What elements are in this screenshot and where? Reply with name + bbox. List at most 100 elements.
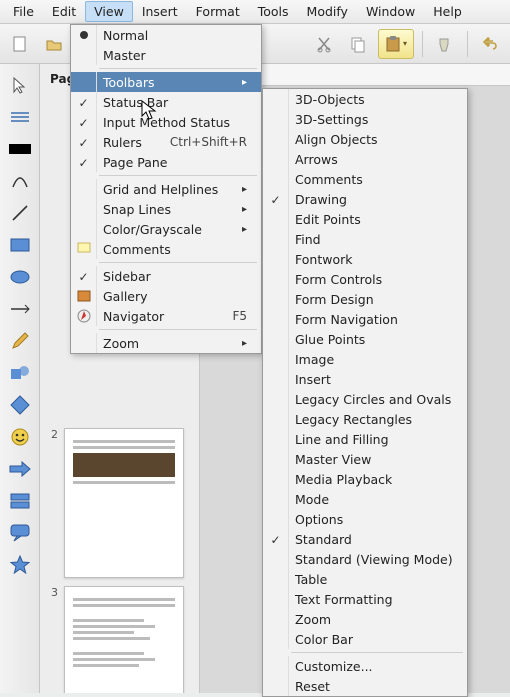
menu-item-grid[interactable]: Grid and Helplines▸ bbox=[71, 179, 261, 199]
block-arrow-tool[interactable] bbox=[7, 458, 33, 480]
toolbar-separator bbox=[422, 31, 423, 57]
line-style-tool[interactable] bbox=[7, 106, 33, 128]
submenu-item[interactable]: Insert bbox=[263, 369, 467, 389]
submenu-item[interactable]: Align Objects bbox=[263, 129, 467, 149]
new-doc-button[interactable] bbox=[6, 30, 34, 58]
submenu-item[interactable]: Form Navigation bbox=[263, 309, 467, 329]
submenu-item-customize[interactable]: Customize... bbox=[263, 656, 467, 676]
menu-item-color-grayscale[interactable]: Color/Grayscale▸ bbox=[71, 219, 261, 239]
select-tool[interactable] bbox=[7, 74, 33, 96]
ellipse-tool[interactable] bbox=[7, 266, 33, 288]
submenu-item[interactable]: Legacy Circles and Ovals bbox=[263, 389, 467, 409]
rectangle-tool[interactable] bbox=[7, 234, 33, 256]
menu-file[interactable]: File bbox=[4, 1, 43, 22]
submenu-label: Glue Points bbox=[295, 332, 453, 347]
menu-item-rulers[interactable]: RulersCtrl+Shift+R bbox=[71, 132, 261, 152]
submenu-item[interactable]: Line and Filling bbox=[263, 429, 467, 449]
menu-item-comments[interactable]: Comments bbox=[71, 239, 261, 259]
check-icon bbox=[78, 269, 88, 284]
view-menu-dropdown: Normal Master Toolbars▸ Status Bar Input… bbox=[70, 24, 262, 354]
submenu-label: Fontwork bbox=[295, 252, 453, 267]
submenu-item[interactable]: Mode bbox=[263, 489, 467, 509]
menu-window[interactable]: Window bbox=[357, 1, 424, 22]
menu-item-status-bar[interactable]: Status Bar bbox=[71, 92, 261, 112]
menu-item-gallery[interactable]: Gallery bbox=[71, 286, 261, 306]
submenu-label: Standard bbox=[295, 532, 453, 547]
submenu-label: Legacy Rectangles bbox=[295, 412, 453, 427]
menu-item-snap[interactable]: Snap Lines▸ bbox=[71, 199, 261, 219]
menu-item-master[interactable]: Master bbox=[71, 45, 261, 65]
menu-item-toolbars[interactable]: Toolbars▸ bbox=[71, 72, 261, 92]
submenu-item[interactable]: Glue Points bbox=[263, 329, 467, 349]
callout-tool[interactable] bbox=[7, 522, 33, 544]
cut-button[interactable] bbox=[310, 30, 338, 58]
smiley-tool[interactable] bbox=[7, 426, 33, 448]
menu-separator bbox=[291, 652, 463, 653]
menu-edit[interactable]: Edit bbox=[43, 1, 85, 22]
line-color-tool[interactable] bbox=[7, 138, 33, 160]
submenu-item[interactable]: Find bbox=[263, 229, 467, 249]
submenu-item[interactable]: Standard bbox=[263, 529, 467, 549]
menu-modify[interactable]: Modify bbox=[298, 1, 357, 22]
menu-insert[interactable]: Insert bbox=[133, 1, 187, 22]
toolbars-submenu: 3D-Objects 3D-Settings Align Objects Arrows… bbox=[262, 88, 468, 697]
connector-tool[interactable] bbox=[7, 298, 33, 320]
submenu-item[interactable]: Comments bbox=[263, 169, 467, 189]
copy-button[interactable] bbox=[344, 30, 372, 58]
line-tool[interactable] bbox=[7, 202, 33, 224]
menu-item-navigator[interactable]: NavigatorF5 bbox=[71, 306, 261, 326]
submenu-label: Table bbox=[295, 572, 453, 587]
submenu-item[interactable]: Drawing bbox=[263, 189, 467, 209]
submenu-label: Options bbox=[295, 512, 453, 527]
star-tool[interactable] bbox=[7, 554, 33, 576]
submenu-item[interactable]: Image bbox=[263, 349, 467, 369]
submenu-item[interactable]: Edit Points bbox=[263, 209, 467, 229]
check-icon bbox=[78, 155, 88, 170]
submenu-item[interactable]: 3D-Objects bbox=[263, 89, 467, 109]
submenu-label: Align Objects bbox=[295, 132, 453, 147]
menu-help[interactable]: Help bbox=[424, 1, 471, 22]
menu-item-sidebar[interactable]: Sidebar bbox=[71, 266, 261, 286]
submenu-item[interactable]: Text Formatting bbox=[263, 589, 467, 609]
submenu-item[interactable]: Master View bbox=[263, 449, 467, 469]
menu-format[interactable]: Format bbox=[187, 1, 249, 22]
submenu-item-reset[interactable]: Reset bbox=[263, 676, 467, 696]
submenu-label: 3D-Settings bbox=[295, 112, 453, 127]
clone-format-button[interactable] bbox=[431, 30, 459, 58]
paste-button[interactable]: ▾ bbox=[378, 29, 414, 59]
menu-item-page-pane[interactable]: Page Pane bbox=[71, 152, 261, 172]
page-thumb-2[interactable]: 2 bbox=[46, 428, 193, 578]
submenu-item[interactable]: Legacy Rectangles bbox=[263, 409, 467, 429]
check-icon bbox=[78, 135, 88, 150]
submenu-item[interactable]: Form Design bbox=[263, 289, 467, 309]
submenu-item[interactable]: Arrows bbox=[263, 149, 467, 169]
submenu-item[interactable]: Zoom bbox=[263, 609, 467, 629]
menu-item-normal[interactable]: Normal bbox=[71, 25, 261, 45]
submenu-label: Comments bbox=[295, 172, 453, 187]
page-number: 3 bbox=[46, 586, 58, 693]
arc-tool[interactable] bbox=[7, 170, 33, 192]
open-button[interactable] bbox=[40, 30, 68, 58]
menu-tools[interactable]: Tools bbox=[249, 1, 298, 22]
page-thumb-3[interactable]: 3 bbox=[46, 586, 193, 693]
comment-icon bbox=[77, 242, 91, 256]
undo-button[interactable] bbox=[476, 30, 504, 58]
check-icon bbox=[270, 192, 280, 207]
shapes-tool[interactable] bbox=[7, 362, 33, 384]
menu-separator bbox=[99, 175, 257, 176]
submenu-item[interactable]: Table bbox=[263, 569, 467, 589]
diamond-tool[interactable] bbox=[7, 394, 33, 416]
menu-item-zoom[interactable]: Zoom▸ bbox=[71, 333, 261, 353]
menu-item-ime-status[interactable]: Input Method Status bbox=[71, 112, 261, 132]
flowchart-tool[interactable] bbox=[7, 490, 33, 512]
submenu-item[interactable]: Form Controls bbox=[263, 269, 467, 289]
submenu-item[interactable]: Media Playback bbox=[263, 469, 467, 489]
submenu-item[interactable]: 3D-Settings bbox=[263, 109, 467, 129]
submenu-label: Form Navigation bbox=[295, 312, 453, 327]
submenu-item[interactable]: Standard (Viewing Mode) bbox=[263, 549, 467, 569]
submenu-item[interactable]: Fontwork bbox=[263, 249, 467, 269]
submenu-item[interactable]: Color Bar bbox=[263, 629, 467, 649]
pencil-tool[interactable] bbox=[7, 330, 33, 352]
menu-view[interactable]: View bbox=[85, 1, 133, 22]
submenu-item[interactable]: Options bbox=[263, 509, 467, 529]
